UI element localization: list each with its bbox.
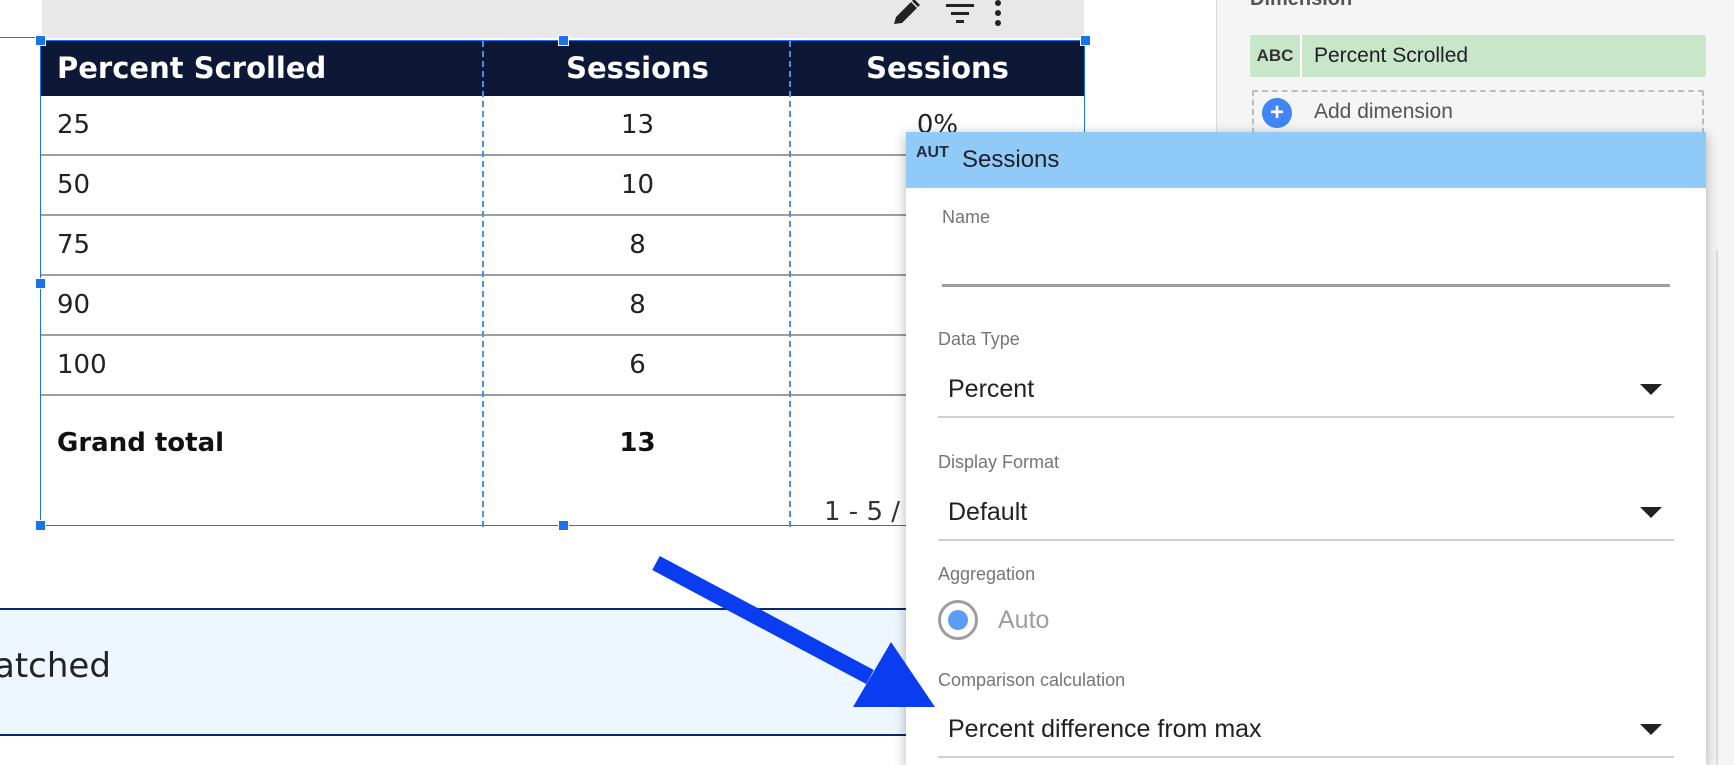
radio-selected-icon[interactable] (938, 600, 978, 640)
plus-icon: + (1262, 98, 1292, 128)
chart-toolbar (42, 0, 1084, 38)
cell-percent-scrolled: 50 (57, 170, 91, 200)
cell-sessions: 10 (620, 170, 655, 200)
comparison-calculation-label: Comparison calculation (938, 670, 1126, 690)
dimension-section-label: Dimension (1250, 0, 1352, 11)
more-vert-icon[interactable] (980, 0, 1016, 28)
metric-settings-popover: AUT Sessions Name Data Type Percent Disp… (906, 132, 1706, 765)
auto-type-icon: AUT (916, 144, 949, 161)
grand-total-label: Grand total (57, 428, 225, 458)
resize-handle-middle-left[interactable] (35, 278, 46, 289)
add-dimension-button[interactable]: + Add dimension (1252, 90, 1704, 134)
panel-divider (1716, 250, 1718, 765)
text-banner[interactable]: atched (0, 608, 1000, 736)
column-divider (789, 41, 791, 527)
display-format-label: Display Format (938, 452, 1060, 472)
popover-header: AUT Sessions (906, 132, 1706, 188)
name-label: Name (942, 207, 991, 227)
popover-title: Sessions (962, 146, 1060, 173)
resize-handle-top-center[interactable] (558, 35, 569, 46)
data-type-label: Data Type (938, 329, 1020, 349)
name-input-underline (942, 284, 1670, 287)
cell-percent-scrolled: 25 (57, 110, 91, 140)
display-format-select[interactable]: Default (938, 487, 1674, 541)
comparison-calculation-value: Percent difference from max (948, 715, 1262, 743)
data-type-select[interactable]: Percent (938, 364, 1674, 418)
banner-text: atched (0, 646, 111, 686)
name-input[interactable] (942, 236, 1670, 282)
alignment-guide (0, 37, 40, 38)
data-type-value: Percent (948, 375, 1035, 403)
dropdown-arrow-icon (1640, 724, 1662, 735)
cell-percent-scrolled: 75 (57, 230, 91, 260)
cell-percent-scrolled: 90 (57, 290, 91, 320)
filter-icon[interactable] (942, 0, 978, 28)
comparison-calculation-select[interactable]: Percent difference from max (938, 704, 1674, 758)
dimension-name: Percent Scrolled (1314, 44, 1469, 67)
text-type-icon: ABC (1250, 35, 1302, 77)
column-header-sessions-comparison[interactable]: Sessions (791, 41, 1084, 96)
dropdown-arrow-icon (1640, 507, 1662, 518)
column-header-sessions[interactable]: Sessions (484, 41, 791, 96)
pencil-icon[interactable] (888, 0, 924, 28)
cell-sessions: 8 (629, 290, 646, 320)
cell-sessions: 8 (629, 230, 646, 260)
radio-dot (948, 610, 968, 630)
cell-percent-scrolled: 100 (57, 350, 107, 380)
aggregation-value: Auto (998, 606, 1050, 634)
resize-handle-top-left[interactable] (35, 35, 46, 46)
column-divider (482, 41, 484, 527)
cell-sessions: 13 (620, 110, 655, 140)
dimension-chip-percent-scrolled[interactable]: ABC Percent Scrolled (1250, 35, 1706, 77)
display-format-value: Default (948, 498, 1028, 526)
column-header-percent-scrolled[interactable]: Percent Scrolled (57, 41, 326, 96)
grand-total-sessions: 13 (619, 428, 656, 458)
dropdown-arrow-icon (1640, 384, 1662, 395)
resize-handle-bottom-center[interactable] (558, 520, 569, 531)
resize-handle-bottom-left[interactable] (35, 520, 46, 531)
aggregation-label: Aggregation (938, 564, 1036, 584)
cell-sessions: 6 (629, 350, 646, 380)
table-header: Percent Scrolled Sessions Sessions (41, 41, 1084, 96)
resize-handle-top-right[interactable] (1080, 35, 1091, 46)
add-dimension-label: Add dimension (1314, 100, 1453, 123)
